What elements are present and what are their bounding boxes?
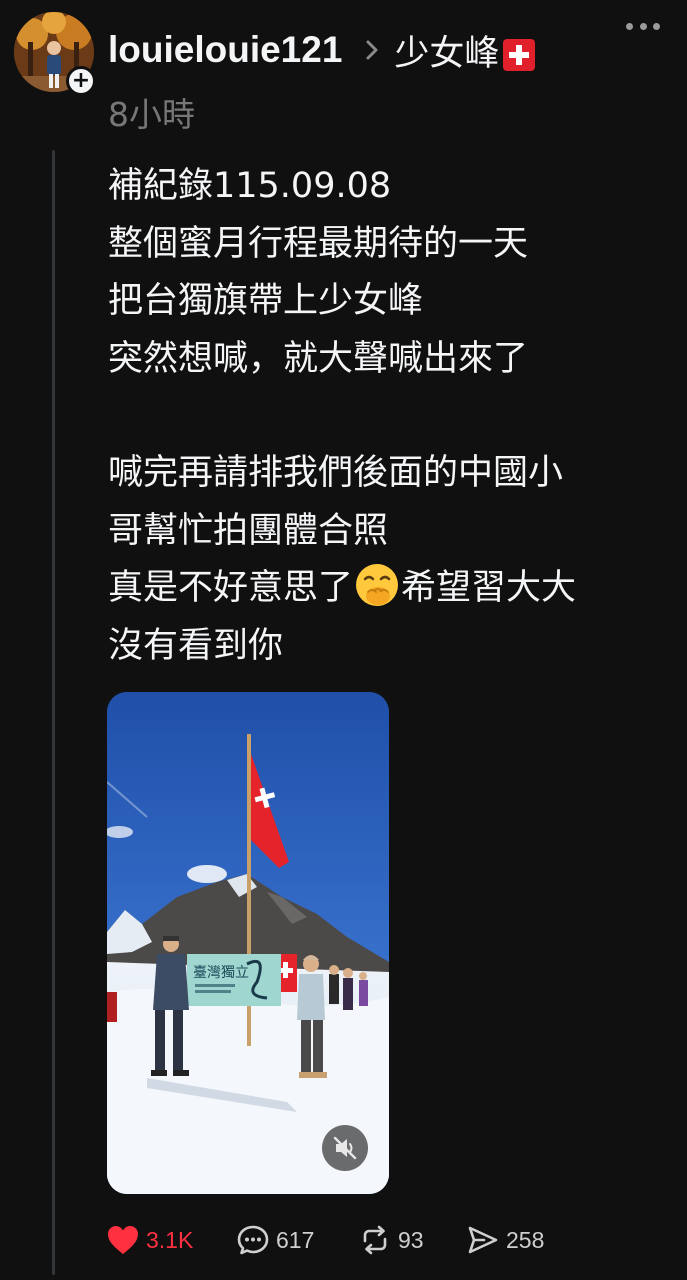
post-line: 沒有看到你: [108, 625, 284, 666]
repost-button[interactable]: 93: [358, 1222, 424, 1258]
repost-count: 93: [398, 1226, 424, 1253]
post-line: 突然想喊，就大聲喊出來了: [108, 338, 529, 379]
topic-tag[interactable]: 少女峰: [394, 25, 536, 76]
action-bar: 3.1K 617 93 258: [106, 1222, 666, 1258]
video-thumbnail: 臺灣獨立: [107, 692, 389, 1194]
post-line: 哥幫忙拍團體合照: [108, 510, 389, 551]
topic-label: 少女峰: [394, 33, 500, 74]
share-count: 258: [506, 1226, 545, 1253]
post-line: 喊完再請排我們後面的中國小: [108, 453, 564, 493]
more-options-button[interactable]: [626, 18, 660, 34]
post-body: 補紀錄115.09.08 整個蜜月行程最期待的一天 把台獨旗帶上少女峰 突然想喊…: [108, 158, 668, 675]
post-line: 整個蜜月行程最期待的一天: [108, 223, 529, 264]
post-line: 補紀錄115.09.08: [108, 166, 392, 206]
speaker-muted-icon: [333, 1136, 357, 1160]
comment-icon: [237, 1225, 269, 1255]
hand-over-mouth-emoji: [356, 564, 399, 606]
post-line: 把台獨旗帶上少女峰: [108, 281, 424, 321]
post-line-segment: 真是不好意思了: [108, 568, 354, 608]
send-icon: [468, 1226, 498, 1254]
repost-icon: [363, 1225, 387, 1255]
post-header: louielouie121 少女峰: [108, 25, 536, 76]
dot-icon: [653, 22, 660, 30]
dot-icon: [639, 22, 647, 30]
plus-icon: +: [71, 68, 91, 93]
username[interactable]: louielouie121: [108, 29, 342, 71]
swiss-flag-icon: [503, 38, 536, 71]
reply-button[interactable]: 617: [236, 1222, 314, 1258]
chevron-right-icon: [366, 40, 378, 60]
reply-count: 617: [276, 1226, 315, 1253]
like-button[interactable]: 3.1K: [106, 1222, 193, 1258]
like-count: 3.1K: [146, 1226, 194, 1253]
mute-button[interactable]: [322, 1125, 368, 1171]
share-button[interactable]: 258: [466, 1222, 544, 1258]
post-video[interactable]: 臺灣獨立: [107, 692, 389, 1194]
post-line-segment: 希望習大大: [401, 568, 577, 608]
post-line: 真是不好意思了 希望習大大: [108, 560, 668, 618]
post-timestamp: 8小時: [108, 95, 195, 134]
dot-icon: [626, 22, 633, 30]
banner-text: 臺灣獨立: [193, 965, 249, 981]
follow-button[interactable]: +: [66, 66, 96, 96]
heart-icon: [108, 1226, 138, 1254]
thread-line: [52, 150, 55, 1275]
